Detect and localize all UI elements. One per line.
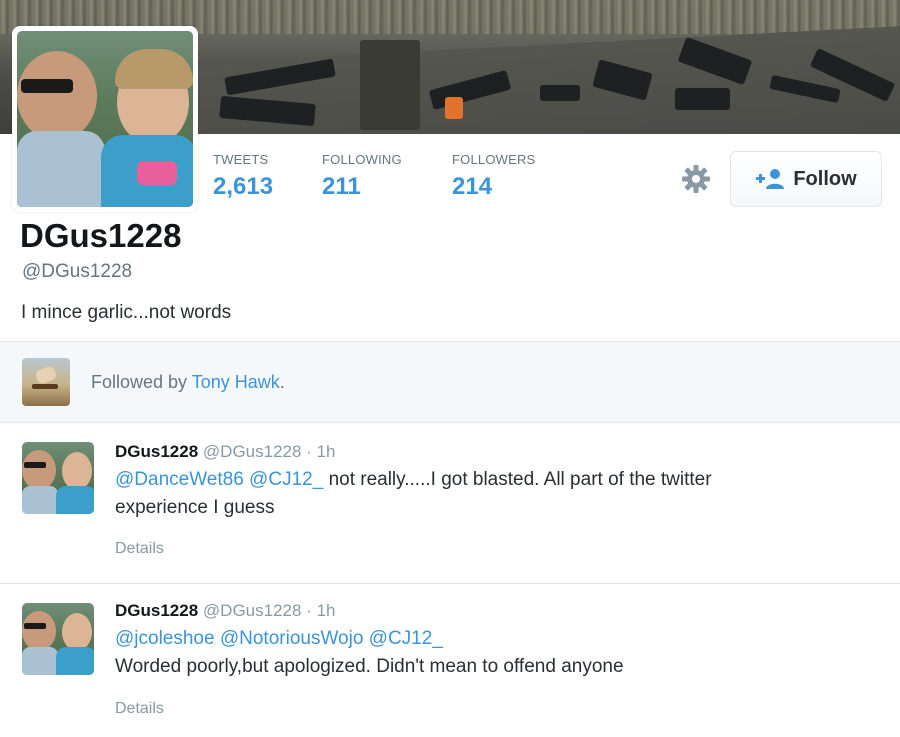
tweet-details-link[interactable]: Details	[115, 540, 164, 558]
tweet-avatar[interactable]	[22, 603, 94, 675]
profile-bio: I mince garlic...not words	[21, 302, 232, 323]
photo-man-shirt	[17, 131, 105, 207]
followed-by-avatar[interactable]	[22, 358, 70, 406]
stat-followers[interactable]: FOLLOWERS 214	[452, 152, 535, 201]
tweet-avatar-girl	[62, 613, 92, 651]
profile-display-name[interactable]: DGus1228	[20, 217, 181, 255]
tweet-fullname[interactable]: DGus1228	[115, 601, 198, 620]
tweet-fullname[interactable]: DGus1228	[115, 442, 198, 461]
tweet-timestamp[interactable]: 1h	[317, 601, 336, 620]
followed-by-link[interactable]: Tony Hawk	[192, 372, 280, 392]
banner-rifle	[360, 40, 420, 130]
stat-following-label: FOLLOWING	[322, 152, 402, 167]
followed-by-section: Followed by Tony Hawk.	[0, 341, 900, 423]
tweet-avatar-man	[22, 450, 56, 490]
tweet-text-line2: Worded poorly,but apologized. Didn't mea…	[115, 656, 624, 677]
stat-following-value: 211	[322, 173, 361, 200]
add-user-icon	[756, 169, 785, 189]
tweet-item[interactable]: DGus1228 @DGus1228 · 1h @DanceWet86 @CJ1…	[0, 424, 900, 584]
tweet-details-link[interactable]: Details	[115, 700, 164, 718]
tweet-text: @jcoleshoe @NotoriousWojo @CJ12_ Worded …	[115, 625, 835, 681]
skater-board	[32, 384, 58, 389]
tweet-avatar-girl-shirt	[56, 486, 94, 514]
tweet-avatar-sunglasses	[24, 623, 46, 629]
tweet-avatar-girl	[62, 452, 92, 490]
tweet-avatar-man-shirt	[22, 647, 58, 675]
stat-tweets-value: 2,613	[213, 173, 274, 200]
tweet-separator: ·	[306, 601, 312, 620]
followed-by-text: Followed by Tony Hawk.	[91, 372, 285, 393]
profile-avatar[interactable]	[12, 26, 198, 212]
followed-by-prefix: Followed by	[91, 372, 188, 392]
banner-gun-4	[540, 85, 580, 101]
banner-gun-7	[675, 88, 730, 110]
gear-icon[interactable]	[680, 163, 712, 195]
stat-tweets[interactable]: TWEETS 2,613	[213, 152, 273, 201]
stat-followers-label: FOLLOWERS	[452, 152, 536, 167]
stat-followers-value: 214	[452, 173, 493, 200]
tweet-mentions[interactable]: @jcoleshoe @NotoriousWojo @CJ12_	[115, 628, 443, 649]
follow-label: Follow	[793, 167, 857, 190]
photo-girl-shirt-graphic	[137, 161, 177, 185]
banner-orange-part	[445, 97, 463, 119]
stat-following[interactable]: FOLLOWING 211	[322, 152, 402, 201]
tweet-username[interactable]: @DGus1228	[203, 442, 302, 461]
tweet-avatar-man-shirt	[22, 486, 58, 514]
tweet-text-line2: experience I guess	[115, 497, 275, 518]
tweet-timestamp[interactable]: 1h	[317, 442, 336, 461]
tweet-item[interactable]: DGus1228 @DGus1228 · 1h @jcoleshoe @Noto…	[0, 585, 900, 737]
profile-handle[interactable]: @DGus1228	[22, 261, 132, 283]
tweet-avatar-girl-shirt	[56, 647, 94, 675]
photo-man-sunglasses	[21, 79, 73, 93]
tweet-header: DGus1228 @DGus1228 · 1h	[115, 442, 336, 462]
stat-tweets-label: TWEETS	[213, 152, 269, 167]
skater-figure	[34, 365, 58, 385]
tweet-text: @DanceWet86 @CJ12_ not really.....I got …	[115, 466, 835, 522]
tweet-avatar-sunglasses	[24, 462, 46, 468]
tweet-avatar[interactable]	[22, 442, 94, 514]
photo-man	[17, 51, 97, 141]
tweet-text-line1: not really.....I got blasted. All part o…	[328, 469, 712, 490]
tweet-username[interactable]: @DGus1228	[203, 601, 302, 620]
tweet-mentions[interactable]: @DanceWet86 @CJ12_	[115, 469, 323, 490]
tweet-avatar-man	[22, 611, 56, 651]
profile-photo	[17, 31, 193, 207]
followed-by-suffix: .	[279, 372, 285, 392]
tweet-separator: ·	[306, 442, 312, 461]
photo-girl-hair	[115, 49, 193, 89]
tweet-header: DGus1228 @DGus1228 · 1h	[115, 601, 336, 621]
follow-button[interactable]: Follow	[730, 151, 882, 207]
